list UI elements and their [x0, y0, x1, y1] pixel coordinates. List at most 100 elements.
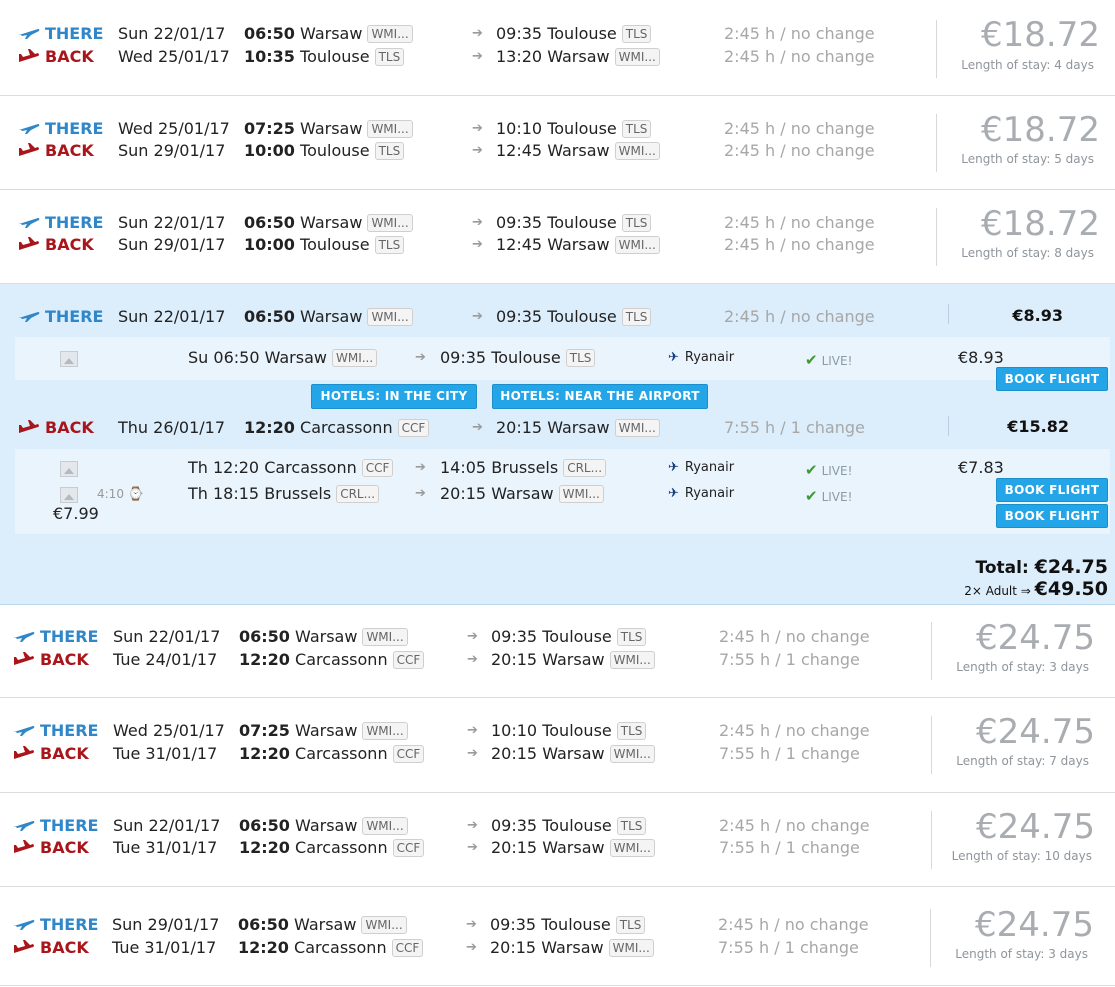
- there-date: Sun 29/01/17: [112, 915, 220, 934]
- price: €24.75: [976, 618, 1095, 658]
- plane-departure-icon: [13, 818, 35, 832]
- result-row[interactable]: THERE BACK Sun 22/01/17 06:50 Warsaw WMI.…: [0, 793, 1115, 887]
- there-arrival: 09:35 Toulouse TLS: [496, 24, 652, 43]
- there-duration: 2:45 h / no change: [719, 816, 870, 835]
- adult-total: 2× Adult ⇒ €49.50: [964, 578, 1108, 600]
- there-duration: 2:45 h / no change: [718, 915, 869, 934]
- airport-code: TLS: [621, 120, 652, 138]
- expanded-result: THERE Sun 22/01/17 06:50 Warsaw WMI... ➔ …: [0, 284, 1115, 605]
- live-status: ✔ LIVE!: [805, 487, 853, 505]
- airport-code: TLS: [621, 308, 652, 326]
- airport-code: CCF: [391, 939, 424, 957]
- arrow-right-icon: ➔: [415, 486, 426, 501]
- arrow-right-icon: ➔: [415, 350, 426, 365]
- airport-code: CCF: [397, 419, 430, 437]
- there-label: THERE: [18, 119, 103, 138]
- result-row[interactable]: THERE BACK Sun 22/01/17 06:50 Warsaw WMI.…: [0, 0, 1115, 96]
- back-date: Tue 31/01/17: [113, 838, 218, 857]
- back-duration: 2:45 h / no change: [724, 47, 875, 66]
- ryanair-harp-icon: ✈: [668, 486, 679, 501]
- there-leg-price: €8.93: [1012, 306, 1063, 325]
- there-date: Wed 25/01/17: [113, 721, 225, 740]
- result-row[interactable]: THERE BACK Sun 29/01/17 06:50 Warsaw WMI.…: [0, 887, 1115, 986]
- there-arrival: 09:35 Toulouse TLS: [496, 213, 652, 232]
- arrow-right-icon: ➔: [467, 818, 478, 833]
- airport-code: TLS: [374, 142, 405, 160]
- airport-code: TLS: [374, 236, 405, 254]
- airport-code: TLS: [374, 48, 405, 66]
- airport-code: WMI...: [362, 817, 408, 835]
- there-date: Sun 22/01/17: [113, 627, 221, 646]
- airline-image-icon: [60, 487, 78, 503]
- airport-code: WMI...: [367, 25, 413, 43]
- length-of-stay: Length of stay: 3 days: [955, 947, 1088, 961]
- divider: [931, 811, 932, 869]
- result-row[interactable]: THERE BACK Sun 22/01/17 06:50 Warsaw WMI.…: [0, 605, 1115, 698]
- book-flight-button[interactable]: BOOK FLIGHT: [996, 478, 1108, 502]
- live-status: ✔ LIVE!: [805, 461, 853, 479]
- back-arrival: 20:15 Warsaw WMI...: [491, 838, 655, 857]
- back-date: Tue 24/01/17: [113, 650, 218, 669]
- airport-code: WMI...: [608, 939, 654, 957]
- arrow-right-icon: ➔: [467, 652, 478, 667]
- back-duration: 7:55 h / 1 change: [718, 938, 859, 957]
- book-flight-button[interactable]: BOOK FLIGHT: [996, 367, 1108, 391]
- plane-return-icon: [18, 49, 40, 63]
- there-segment: Su 06:50 Warsaw WMI... ➔ 09:35 Toulouse TL…: [15, 337, 1110, 380]
- back-arrival: 12:45 Warsaw WMI...: [496, 235, 660, 254]
- result-row[interactable]: THERE BACK Sun 22/01/17 06:50 Warsaw WMI.…: [0, 190, 1115, 284]
- plane-return-icon: [18, 143, 40, 157]
- divider: [931, 622, 932, 680]
- plane-departure-icon: [18, 309, 40, 323]
- divider: [948, 304, 949, 324]
- plane-departure-icon: [18, 215, 40, 229]
- hotels-near-airport-button[interactable]: HOTELS: NEAR THE AIRPORT: [492, 384, 708, 409]
- book-flight-button[interactable]: BOOK FLIGHT: [996, 504, 1108, 528]
- back-label: BACK: [13, 650, 89, 669]
- there-date: Sun 22/01/17: [118, 24, 226, 43]
- arrow-right-icon: ➔: [472, 121, 483, 136]
- back-label: BACK: [18, 141, 94, 160]
- result-row[interactable]: THERE BACK Wed 25/01/17 07:25 Warsaw WMI.…: [0, 96, 1115, 190]
- plane-return-icon: [13, 746, 35, 760]
- airline: ✈ Ryanair: [668, 460, 735, 475]
- divider: [936, 20, 937, 78]
- back-label: BACK: [13, 744, 89, 763]
- back-arrival: 20:15 Warsaw WMI...: [496, 418, 660, 437]
- back-duration: 7:55 h / 1 change: [724, 418, 865, 437]
- airline: ✈ Ryanair: [668, 486, 735, 501]
- there-label: THERE: [13, 915, 98, 934]
- result-row[interactable]: THERE BACK Wed 25/01/17 07:25 Warsaw WMI.…: [0, 698, 1115, 793]
- airline: ✈ Ryanair: [668, 350, 735, 365]
- arrow-right-icon: ➔: [472, 420, 483, 435]
- there-departure: 07:25 Warsaw WMI...: [244, 119, 413, 138]
- there-label: THERE: [18, 307, 103, 326]
- there-departure: 06:50 Warsaw WMI...: [244, 24, 413, 43]
- back-departure: 12:20 Carcassonn CCF: [239, 744, 425, 763]
- back-departure: 12:20 Carcassonn CCF: [238, 938, 424, 957]
- back-arrival: 20:15 Warsaw WMI...: [491, 744, 655, 763]
- back-date: Sun 29/01/17: [118, 235, 226, 254]
- there-duration: 2:45 h / no change: [724, 24, 875, 43]
- back-duration: 7:55 h / 1 change: [719, 744, 860, 763]
- divider: [930, 909, 931, 967]
- there-label: THERE: [18, 213, 103, 232]
- back-departure: 10:00 Toulouse TLS: [244, 235, 405, 254]
- arrow-right-icon: ➔: [466, 940, 477, 955]
- plane-departure-icon: [13, 723, 35, 737]
- divider: [931, 716, 932, 774]
- back-departure: 12:20 Carcassonn CCF: [239, 838, 425, 857]
- arrow-right-icon: ➔: [472, 215, 483, 230]
- airport-code: TLS: [615, 916, 646, 934]
- arrow-right-icon: ➔: [467, 840, 478, 855]
- segment-price: €7.83: [958, 458, 1004, 477]
- hotels-in-city-button[interactable]: HOTELS: IN THE CITY: [311, 384, 477, 409]
- airport-code: CCF: [392, 839, 425, 857]
- airport-code: WMI...: [614, 236, 660, 254]
- there-departure: 07:25 Warsaw WMI...: [239, 721, 408, 740]
- there-arrival: 09:35 Toulouse TLS: [491, 627, 647, 646]
- segment-arrival: 20:15 Warsaw WMI...: [440, 484, 604, 503]
- back-date: Thu 26/01/17: [118, 418, 225, 437]
- airport-code: WMI...: [362, 722, 408, 740]
- plane-return-icon: [13, 940, 35, 954]
